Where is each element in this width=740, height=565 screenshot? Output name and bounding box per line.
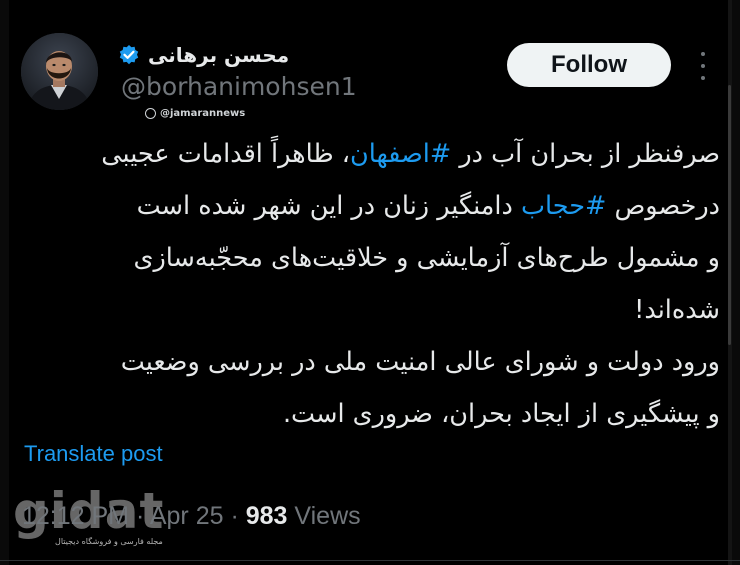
source-watermark-text: @jamarannews <box>160 108 246 119</box>
more-options-icon[interactable] <box>696 52 710 80</box>
tweet-line: صرفنظر از بحران آب در #اصفهان، ظاهراً اق… <box>20 128 720 180</box>
frame-edge-right <box>731 0 740 565</box>
tweet-text-segment: ، ظاهراً اقدامات عجیبی <box>101 139 350 169</box>
tweet-line: ورود دولت و شورای عالی امنیت ملی در بررس… <box>20 336 720 388</box>
tweet-line: شده‌اند! <box>20 284 720 336</box>
tweet-line: و مشمول طرح‌های آزمایشی و خلاقیت‌های محج… <box>20 232 720 284</box>
tweet-text-segment: شده‌اند! <box>634 295 720 325</box>
tweet-timestamp[interactable]: 12:12 PM · Apr 25 · <box>22 502 246 530</box>
tweet-line: درخصوص #حجاب دامنگیر زنان در این شهر شده… <box>20 180 720 232</box>
user-handle[interactable]: @borhanimohsen1 <box>121 72 357 101</box>
tweet-text-segment: و مشمول طرح‌های آزمایشی و خلاقیت‌های محج… <box>133 243 720 273</box>
tweet-text: صرفنظر از بحران آب در #اصفهان، ظاهراً اق… <box>20 128 720 440</box>
views-label: Views <box>287 502 361 530</box>
tweet-text-segment: صرفنظر از بحران آب در <box>451 139 720 169</box>
display-name[interactable]: محسن برهانی <box>148 43 289 67</box>
tweet-card: محسن برهانی @borhanimohsen1 @jamarannews… <box>0 0 740 565</box>
tweet-line: و پیشگیری از ایجاد بحران، ضروری است. <box>20 388 720 440</box>
avatar-image <box>21 33 98 110</box>
tweet-text-segment: درخصوص <box>606 191 720 221</box>
scrollbar-thumb[interactable] <box>728 85 731 345</box>
views-count: 983 <box>245 502 288 530</box>
frame-edge-left <box>0 0 9 565</box>
tweet-text-segment: و پیشگیری از ایجاد بحران، ضروری است. <box>282 399 720 429</box>
translate-post-link[interactable]: Translate post <box>24 441 163 467</box>
avatar[interactable] <box>21 33 98 110</box>
tweet-text-segment: ورود دولت و شورای عالی امنیت ملی در بررس… <box>120 347 720 377</box>
display-name-row[interactable]: محسن برهانی <box>118 40 289 70</box>
hashtag-link[interactable]: #اصفهان <box>350 139 451 169</box>
verified-badge-icon <box>119 45 139 65</box>
tweet-meta: 12:12 PM · Apr 25 · 983 Views <box>22 502 361 531</box>
hashtag-link[interactable]: #حجاب <box>521 191 606 221</box>
follow-button[interactable]: Follow <box>507 43 671 87</box>
divider <box>0 560 740 561</box>
tweet-text-segment: دامنگیر زنان در این شهر شده است <box>136 191 521 221</box>
site-watermark-tagline: مجله فارسی و فروشگاه دیجیتال <box>55 537 163 546</box>
watermark-logo-icon <box>145 108 156 119</box>
source-watermark: @jamarannews <box>145 108 245 119</box>
